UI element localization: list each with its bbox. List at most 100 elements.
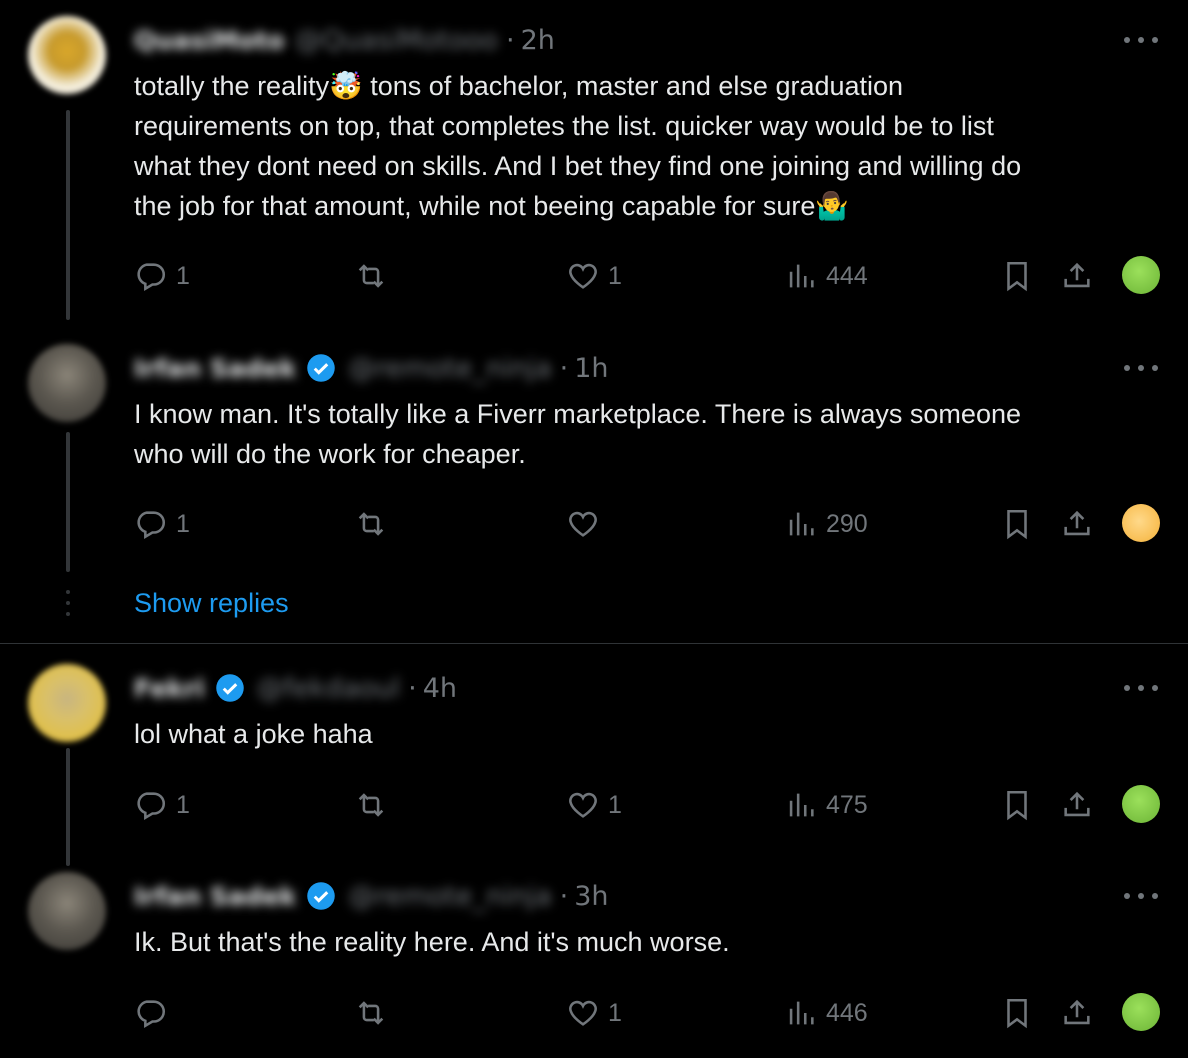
reply-icon [137, 1000, 166, 1029]
heart-icon [569, 511, 597, 537]
avatar[interactable] [28, 872, 106, 950]
timestamp[interactable]: 3h [574, 881, 608, 912]
partying-face-icon[interactable] [1122, 504, 1160, 542]
like-button[interactable]: 1 [566, 256, 622, 296]
more-options-icon[interactable] [1124, 886, 1158, 906]
bookmark-button[interactable] [1000, 504, 1034, 544]
separator-dot: · [408, 672, 417, 704]
views-button[interactable]: 446 [784, 993, 868, 1033]
tweet-text: totally the reality🤯 tons of bachelor, m… [134, 71, 1022, 221]
tweet-header: Fekri @fekdaoul · 4h [134, 668, 457, 708]
like-count: 1 [608, 790, 622, 819]
verified-badge-icon [307, 354, 335, 382]
bookmark-icon [1007, 509, 1027, 540]
repost-icon [358, 264, 384, 288]
bookmark-icon [1007, 261, 1027, 292]
separator-dot: · [559, 880, 569, 912]
nauseated-face-icon[interactable] [1122, 785, 1160, 823]
bookmark-icon [1007, 998, 1027, 1029]
reply-button[interactable]: 1 [134, 785, 190, 825]
tweet-header: Irfan Sadek @remote_ninja · 1h [134, 348, 609, 388]
reply-count: 1 [176, 509, 190, 538]
tweet[interactable]: Fekri @fekdaoul · 4h lol what a joke hah… [0, 648, 1188, 848]
share-icon [1064, 510, 1090, 536]
tweet-header: Irfan Sadek @remote_ninja · 3h [134, 876, 609, 916]
view-count: 290 [826, 509, 868, 538]
tweet-text: Ik. But that's the reality here. And it'… [134, 927, 730, 957]
repost-button[interactable] [354, 504, 388, 544]
share-button[interactable] [1060, 993, 1094, 1033]
reply-count: 1 [176, 261, 190, 290]
show-replies-link[interactable]: Show replies [134, 588, 289, 619]
repost-button[interactable] [354, 785, 388, 825]
views-button[interactable]: 475 [784, 785, 868, 825]
timestamp[interactable]: 4h [423, 673, 457, 704]
nauseated-face-icon[interactable] [1122, 256, 1160, 294]
repost-button[interactable] [354, 256, 388, 296]
reply-button[interactable]: 1 [134, 504, 190, 544]
views-icon [789, 512, 814, 536]
bookmark-icon [1007, 790, 1027, 821]
share-icon [1064, 999, 1090, 1025]
heart-icon [569, 792, 597, 818]
repost-icon [358, 1001, 384, 1025]
like-button[interactable]: 1 [566, 785, 622, 825]
tweet-text: I know man. It's totally like a Fiverr m… [134, 399, 1021, 469]
views-button[interactable]: 290 [784, 504, 868, 544]
display-name[interactable]: Irfan Sadek [134, 354, 296, 383]
views-icon [789, 793, 814, 817]
share-button[interactable] [1060, 256, 1094, 296]
more-options-icon[interactable] [1124, 678, 1158, 698]
views-icon [789, 1001, 814, 1025]
reply-thread: QuasiMoto @QuasiMotooo · 2h totally the … [0, 0, 1188, 1058]
more-options-icon[interactable] [1124, 30, 1158, 50]
user-handle[interactable]: @remote_ninja [348, 353, 551, 384]
reply-icon [137, 792, 166, 821]
repost-icon [358, 793, 384, 817]
action-bar: 1 290 [134, 504, 1164, 544]
avatar[interactable] [28, 664, 106, 742]
action-bar: 1 1 475 [134, 785, 1164, 825]
heart-icon [569, 263, 597, 289]
timestamp[interactable]: 2h [521, 25, 555, 56]
bookmark-button[interactable] [1000, 256, 1034, 296]
like-count: 1 [608, 998, 622, 1027]
more-options-icon[interactable] [1124, 358, 1158, 378]
user-handle[interactable]: @fekdaoul [257, 673, 401, 704]
bookmark-button[interactable] [1000, 785, 1034, 825]
share-button[interactable] [1060, 504, 1094, 544]
reply-icon [137, 511, 166, 540]
display-name[interactable]: Irfan Sadek [134, 882, 296, 911]
avatar[interactable] [28, 16, 106, 94]
tweet[interactable]: QuasiMoto @QuasiMotooo · 2h totally the … [0, 0, 1188, 320]
views-button[interactable]: 444 [784, 256, 868, 296]
share-icon [1064, 791, 1090, 817]
share-button[interactable] [1060, 785, 1094, 825]
reply-button[interactable] [134, 993, 168, 1033]
tweet[interactable]: Irfan Sadek @remote_ninja · 1h I know ma… [0, 328, 1188, 628]
verified-badge-icon [307, 882, 335, 910]
display-name[interactable]: QuasiMoto [134, 26, 285, 55]
action-bar: 1 446 [134, 993, 1164, 1033]
action-bar: 1 1 444 [134, 256, 1164, 296]
bookmark-button[interactable] [1000, 993, 1034, 1033]
reply-button[interactable]: 1 [134, 256, 190, 296]
tweet[interactable]: Irfan Sadek @remote_ninja · 3h Ik. But t… [0, 856, 1188, 1056]
user-handle[interactable]: @remote_ninja [348, 881, 551, 912]
view-count: 475 [826, 790, 868, 819]
repost-icon [358, 512, 384, 536]
like-button[interactable] [566, 504, 600, 544]
separator-dot: · [559, 352, 569, 384]
user-handle[interactable]: @QuasiMotooo [295, 25, 498, 56]
heart-icon [569, 1000, 597, 1026]
repost-button[interactable] [354, 993, 388, 1033]
like-button[interactable]: 1 [566, 993, 622, 1033]
avatar[interactable] [28, 344, 106, 422]
reply-count: 1 [176, 790, 190, 819]
divider [0, 643, 1188, 644]
display-name[interactable]: Fekri [134, 674, 205, 703]
nauseated-face-icon[interactable] [1122, 993, 1160, 1031]
tweet-header: QuasiMoto @QuasiMotooo · 2h [134, 20, 555, 60]
reply-icon [137, 263, 166, 292]
timestamp[interactable]: 1h [574, 353, 608, 384]
